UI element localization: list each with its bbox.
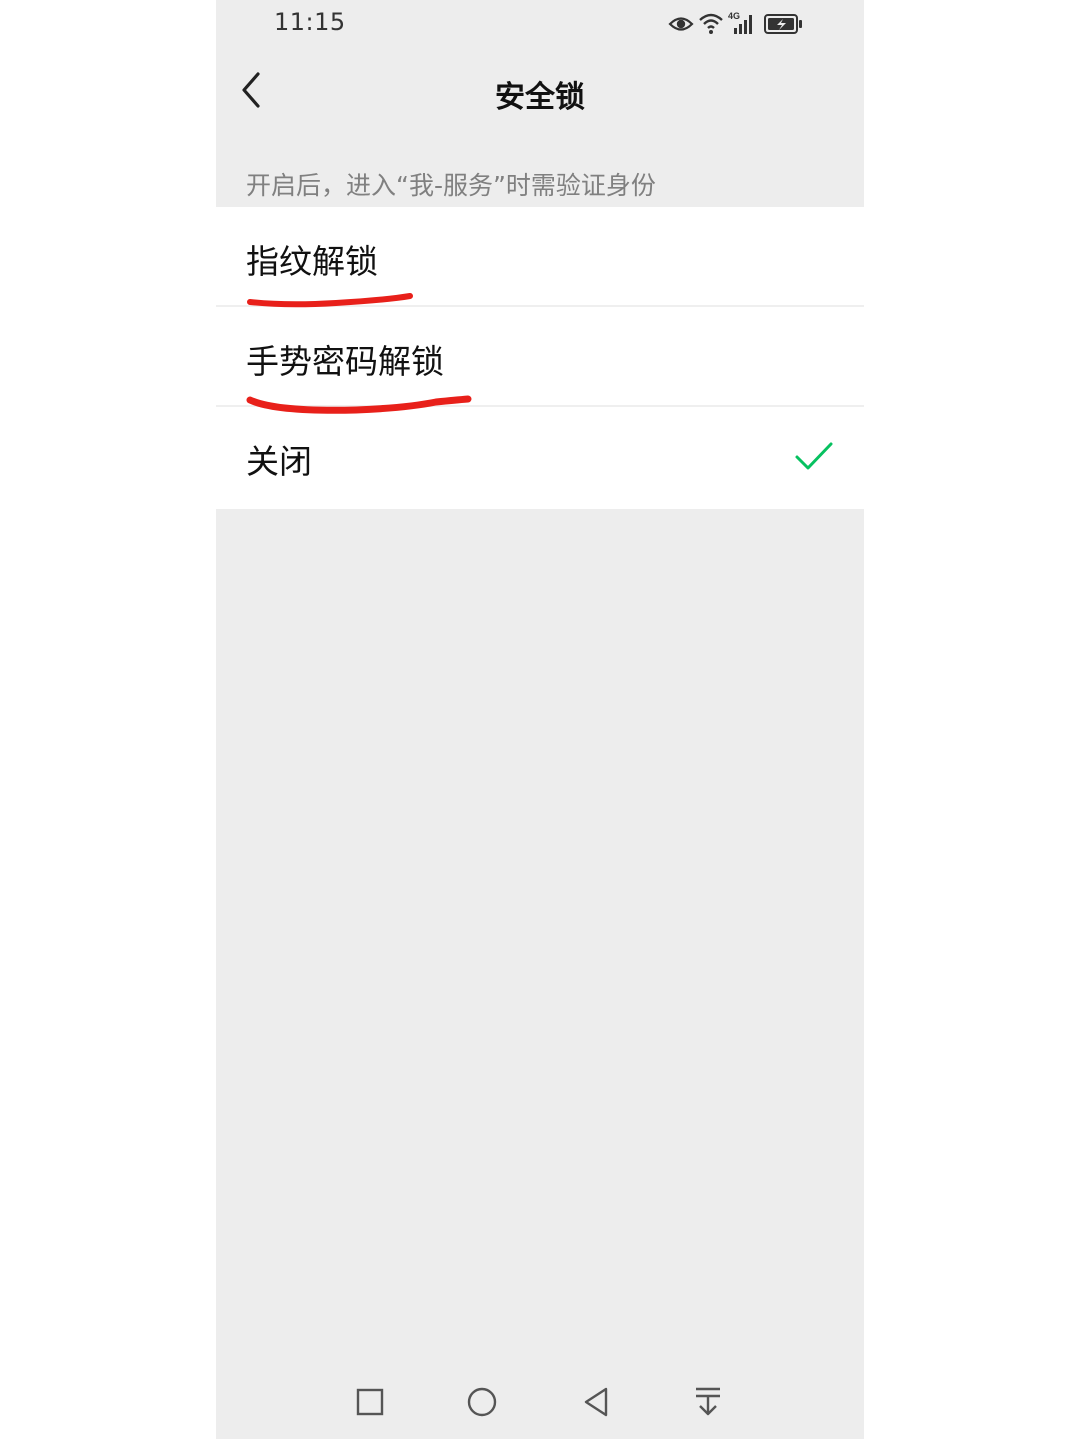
hint-text: 开启后，进入“我-服务”时需验证身份 [246, 171, 656, 200]
battery-charging-icon [764, 14, 802, 34]
lock-options-list: 指纹解锁 手势密码解锁 关闭 [216, 207, 864, 509]
option-gesture-password-unlock[interactable]: 手势密码解锁 [216, 307, 864, 407]
wifi-icon [699, 13, 723, 34]
signal-icon: 4G [728, 11, 752, 34]
phone-screen: 11:15 4G 安全锁 开启后，进入“我-服务”时需验证身份 指纹解锁 手势密… [216, 0, 864, 1439]
nav-bar: 安全锁 [216, 50, 864, 134]
option-off[interactable]: 关闭 [216, 407, 864, 509]
page-title: 安全锁 [495, 80, 585, 115]
option-fingerprint-unlock[interactable]: 指纹解锁 [216, 207, 864, 307]
network-type-label: 4G [728, 11, 740, 21]
recents-square-icon[interactable] [352, 1384, 388, 1420]
status-bar: 11:15 4G [216, 0, 864, 50]
checkmark-icon [795, 442, 833, 470]
option-label: 关闭 [246, 442, 312, 481]
system-nav-bar [216, 1370, 864, 1439]
home-circle-icon[interactable] [464, 1384, 500, 1420]
status-time: 11:15 [274, 8, 346, 36]
option-label: 指纹解锁 [246, 242, 378, 281]
option-label: 手势密码解锁 [246, 342, 444, 381]
status-icons: 4G [668, 10, 808, 38]
notification-pulldown-icon[interactable] [690, 1384, 726, 1420]
back-triangle-icon[interactable] [578, 1384, 614, 1420]
eye-icon [668, 17, 694, 31]
